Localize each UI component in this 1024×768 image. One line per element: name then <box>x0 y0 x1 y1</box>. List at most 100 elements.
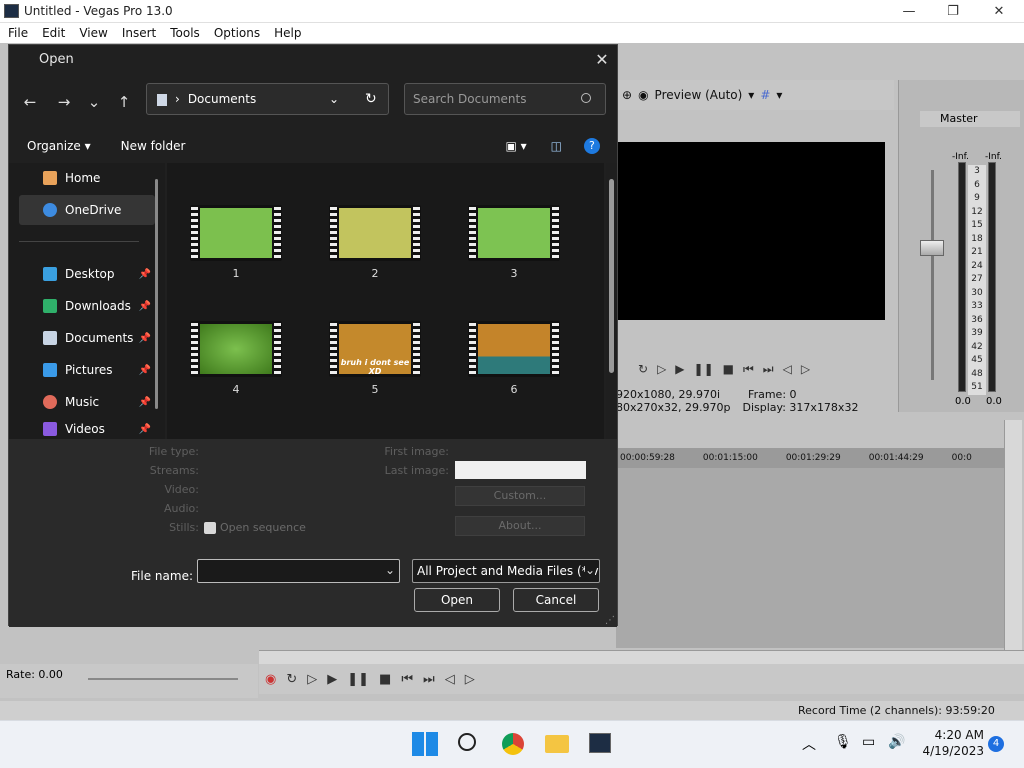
rate-slider[interactable] <box>88 678 238 680</box>
view-options-icon[interactable]: ▣ ▾ <box>505 139 526 153</box>
fast-forward-icon[interactable]: ▷ <box>801 362 810 376</box>
file-tile[interactable]: 4 <box>181 321 291 421</box>
microphone-icon[interactable]: 🎙 <box>834 734 852 750</box>
file-tile[interactable]: 2 <box>320 205 430 305</box>
maximize-button[interactable]: ❐ <box>930 0 976 23</box>
timeline-horizontal-scrollbar[interactable] <box>259 650 1024 664</box>
new-folder-button[interactable]: New folder <box>121 139 186 153</box>
timeline-area[interactable] <box>616 448 1004 648</box>
file-explorer-icon[interactable] <box>545 735 569 753</box>
nav-item-videos[interactable]: Videos 📌 <box>19 419 155 439</box>
notification-badge[interactable]: 4 <box>988 736 1004 752</box>
minimize-button[interactable]: — <box>886 0 932 23</box>
prev-frame-icon[interactable]: ◁ <box>445 672 455 687</box>
file-tile[interactable]: 6 <box>459 321 569 421</box>
play-icon[interactable]: ▶ <box>675 362 684 376</box>
timeline-vertical-scrollbar[interactable] <box>1004 420 1022 650</box>
vegas-taskbar-icon[interactable] <box>589 733 611 753</box>
navpane-scrollbar[interactable] <box>155 179 158 409</box>
custom-button[interactable]: Custom... <box>455 486 585 506</box>
menu-tools[interactable]: Tools <box>170 26 200 40</box>
nav-item-music[interactable]: Music 📌 <box>19 387 155 417</box>
chevron-down-icon[interactable]: ⌄ <box>585 563 596 577</box>
breadcrumb-documents[interactable]: Documents <box>188 92 256 106</box>
volume-icon[interactable]: 🔊 <box>888 734 905 750</box>
file-name-input[interactable] <box>197 559 400 583</box>
next-frame-icon[interactable]: ▷ <box>465 672 475 687</box>
close-button[interactable]: ✕ <box>976 0 1022 23</box>
menu-edit[interactable]: Edit <box>42 26 65 40</box>
menu-help[interactable]: Help <box>274 26 301 40</box>
chevron-down-icon[interactable]: ▾ <box>748 88 754 102</box>
menu-options[interactable]: Options <box>214 26 260 40</box>
refresh-icon[interactable]: ↻ <box>365 91 377 107</box>
master-fader-knob[interactable] <box>920 240 944 256</box>
music-icon <box>43 395 57 409</box>
timeline-ruler[interactable]: 00:00:59:28 00:01:15:00 00:01:29:29 00:0… <box>616 448 1004 468</box>
file-tile[interactable]: 3 <box>459 205 569 305</box>
address-bar[interactable]: › Documents ⌄ ↻ <box>146 83 389 115</box>
nav-item-documents[interactable]: Documents 📌 <box>19 323 155 353</box>
loop-icon[interactable]: ↻ <box>638 362 648 376</box>
preview-quality-dropdown[interactable]: Preview (Auto) <box>655 88 743 102</box>
system-clock[interactable]: 4:20 AM 4/19/2023 <box>920 727 984 759</box>
menu-insert[interactable]: Insert <box>122 26 156 40</box>
chevron-down-icon[interactable]: ⌄ <box>385 563 395 577</box>
play-icon[interactable]: ▶ <box>327 672 337 687</box>
up-button[interactable]: ↑ <box>113 91 135 113</box>
nav-item-onedrive[interactable]: OneDrive <box>19 195 155 225</box>
preview-pane-icon[interactable]: ◫ <box>551 139 562 153</box>
nav-item-desktop[interactable]: Desktop 📌 <box>19 259 155 289</box>
stop-icon[interactable]: ■ <box>379 672 391 687</box>
loop-icon[interactable]: ↻ <box>286 672 297 687</box>
resize-grip-icon[interactable]: ⋰ <box>605 615 615 626</box>
open-button[interactable]: Open <box>414 588 500 612</box>
play-from-start-icon[interactable]: ▷ <box>657 362 666 376</box>
file-type-select[interactable]: All Project and Media Files (*.veg <box>412 559 600 583</box>
file-name-label: File name: <box>131 569 193 583</box>
prev-frame-icon[interactable]: ⏮ <box>743 362 754 377</box>
recent-locations-button[interactable]: ⌄ <box>83 91 105 113</box>
record-icon[interactable]: ◉ <box>265 672 276 687</box>
rewind-icon[interactable]: ◁ <box>783 362 792 376</box>
back-button[interactable]: ← <box>19 91 41 113</box>
split-icon[interactable]: ⊕ <box>622 88 632 102</box>
pause-icon[interactable]: ❚❚ <box>694 362 714 376</box>
dialog-close-button[interactable]: ✕ <box>587 45 617 75</box>
stop-icon[interactable]: ■ <box>723 362 734 376</box>
master-value-left: 0.0 <box>955 396 971 407</box>
nav-item-downloads[interactable]: Downloads 📌 <box>19 291 155 321</box>
chevron-down-icon[interactable]: ⌄ <box>329 92 339 106</box>
file-tile[interactable]: bruh i dont see XD 5 <box>320 321 430 421</box>
nav-item-pictures[interactable]: Pictures 📌 <box>19 355 155 385</box>
video-thumbnail <box>468 205 560 261</box>
record-icon[interactable]: ◉ <box>638 88 648 102</box>
last-image-field[interactable] <box>455 461 586 479</box>
play-from-start-icon[interactable]: ▷ <box>307 672 317 687</box>
pause-icon[interactable]: ❚❚ <box>347 672 369 687</box>
search-input[interactable]: Search Documents <box>404 83 606 115</box>
menu-view[interactable]: View <box>79 26 107 40</box>
chrome-icon[interactable] <box>502 733 524 755</box>
network-icon[interactable]: ▭ <box>862 734 875 750</box>
go-to-start-icon[interactable]: ⏮ <box>401 672 413 687</box>
nav-item-home[interactable]: Home <box>19 163 155 193</box>
menu-file[interactable]: File <box>8 26 28 40</box>
organize-menu[interactable]: Organize ▾ <box>27 139 91 153</box>
windows-start-icon[interactable] <box>412 732 438 756</box>
video-label: Video: <box>164 483 199 496</box>
next-frame-icon[interactable]: ⏭ <box>763 362 774 377</box>
about-button[interactable]: About... <box>455 516 585 536</box>
file-tile[interactable]: 1 <box>181 205 291 305</box>
search-icon[interactable] <box>458 733 476 751</box>
scrollbar-thumb[interactable] <box>609 179 614 373</box>
chevron-down-icon[interactable]: ▾ <box>776 88 782 102</box>
open-sequence-checkbox[interactable] <box>204 522 216 534</box>
help-button[interactable]: ? <box>583 138 600 154</box>
cancel-button[interactable]: Cancel <box>513 588 599 612</box>
grid-icon[interactable]: # <box>760 88 770 102</box>
search-icon[interactable] <box>581 93 591 103</box>
go-to-end-icon[interactable]: ⏭ <box>423 672 435 687</box>
forward-button[interactable]: → <box>53 91 75 113</box>
chevron-up-icon[interactable]: ︿ <box>802 734 816 754</box>
